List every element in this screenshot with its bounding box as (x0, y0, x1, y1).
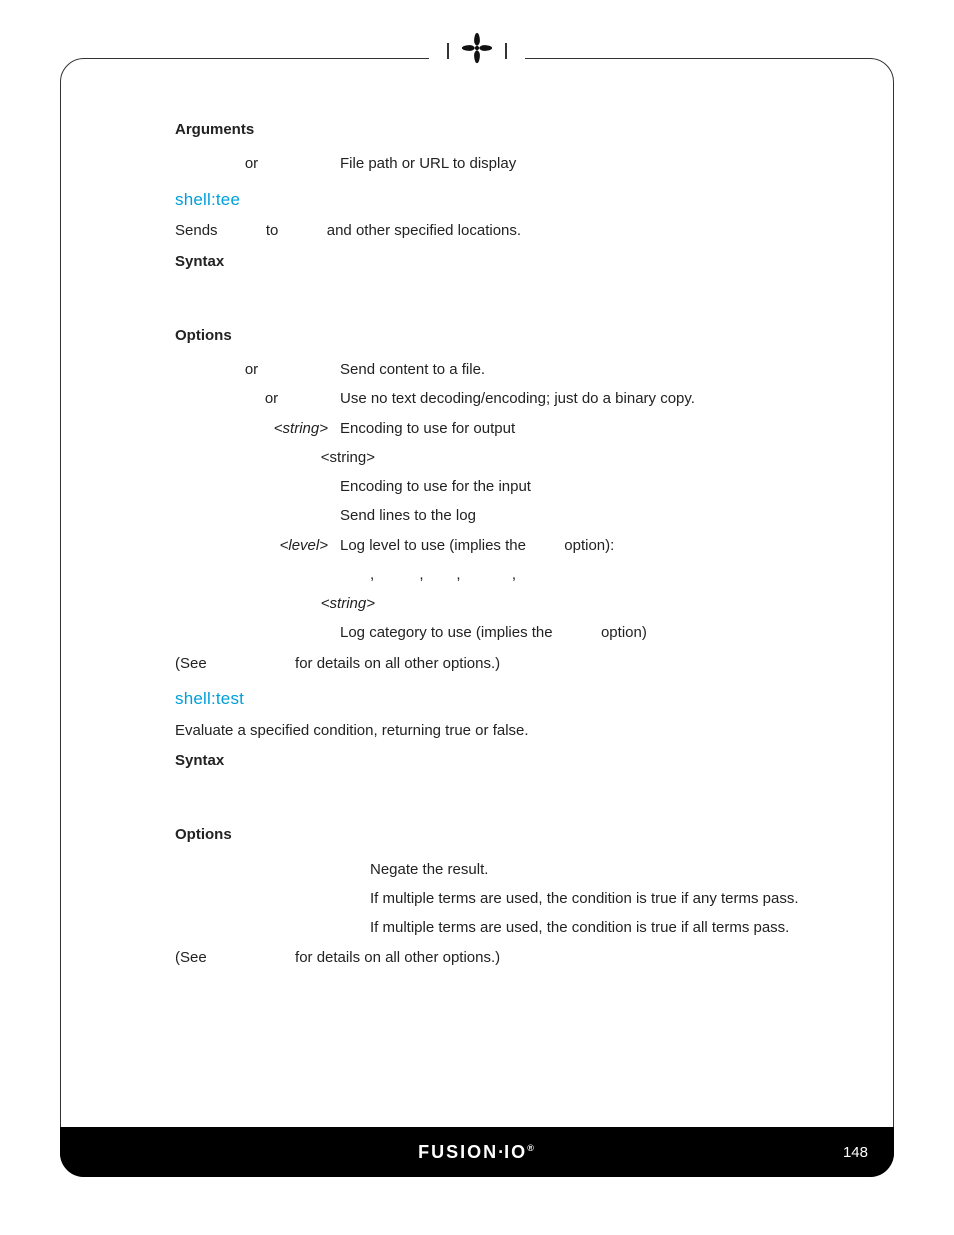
option-desc: Log level to use (implies the option): (340, 536, 854, 556)
tee-option-row: <string> (175, 594, 854, 614)
argument-row: or File path or URL to display (175, 154, 854, 174)
test-option-row: If multiple terms are used, the conditio… (175, 918, 854, 938)
see-a: (See (175, 949, 207, 966)
test-see-note: (See for details on all other options.) (175, 948, 854, 968)
shell-tee-heading: shell:tee (175, 189, 854, 212)
tee-option-row: <string> Encoding to use for output (175, 419, 854, 439)
tee-intro-b: to (266, 222, 279, 239)
option-desc: Encoding to use for the input (340, 477, 854, 497)
option-flag-text: <string> (321, 448, 375, 468)
tee-option-row: Send lines to the log (175, 506, 854, 526)
option-desc: , , , , (340, 565, 854, 585)
option-desc: Negate the result. (370, 860, 854, 880)
shell-test-heading: shell:test (175, 688, 854, 711)
argument-flag-text: or (245, 154, 258, 174)
brand-icon (459, 30, 495, 71)
header-logo-wrap (429, 30, 525, 71)
rule-tick-left (447, 43, 449, 59)
shell-test-intro: Evaluate a specified condition, returnin… (175, 721, 854, 741)
see-b: for details on all other options.) (295, 949, 500, 966)
test-syntax-block (175, 785, 854, 815)
option-flag-text: or (245, 360, 258, 380)
option-flag-text: <string> (274, 419, 328, 439)
page-number: 148 (843, 1144, 868, 1161)
tee-syntax-heading: Syntax (175, 252, 854, 272)
option-flag: <level> (175, 536, 340, 556)
tee-option-row: <string> (175, 448, 854, 468)
tee-option-row: or Send content to a file. (175, 360, 854, 380)
option-flag: <string> (175, 448, 375, 468)
argument-flag: or (175, 154, 340, 174)
option-desc: If multiple terms are used, the conditio… (370, 918, 854, 938)
option-desc: Send lines to the log (340, 506, 854, 526)
option-desc-b: option) (601, 624, 647, 641)
rule-tick-right (505, 43, 507, 59)
tee-option-row: Encoding to use for the input (175, 477, 854, 497)
option-flag: <string> (175, 419, 340, 439)
tee-option-row: or Use no text decoding/encoding; just d… (175, 389, 854, 409)
page: Arguments or File path or URL to display… (0, 0, 954, 1235)
test-options-heading: Options (175, 825, 854, 845)
footer-bar: FUSiON·iO® 148 (60, 1127, 894, 1177)
option-desc: If multiple terms are used, the conditio… (370, 889, 854, 909)
option-desc: Send content to a file. (340, 360, 854, 380)
option-desc: Encoding to use for output (340, 419, 854, 439)
tee-see-note: (See for details on all other options.) (175, 654, 854, 674)
option-desc-a: Log category to use (implies the (340, 624, 553, 641)
option-flag-text: or (265, 389, 278, 409)
option-flag-text: <level> (280, 536, 328, 556)
tee-option-row: <level> Log level to use (implies the op… (175, 536, 854, 556)
option-flag: or (175, 389, 340, 409)
see-a: (See (175, 655, 207, 672)
shell-tee-intro: Sends to and other specified locations. (175, 221, 854, 241)
tee-options-heading: Options (175, 326, 854, 346)
tee-option-row: , , , , (175, 565, 854, 585)
tee-option-row: Log category to use (implies the option) (175, 623, 854, 643)
footer-brand-logo: FUSiON·iO® (418, 1142, 536, 1163)
test-option-row: Negate the result. (175, 860, 854, 880)
tee-intro-a: Sends (175, 222, 218, 239)
tee-intro-c: and other specified locations. (327, 222, 521, 239)
see-b: for details on all other options.) (295, 655, 500, 672)
argument-desc: File path or URL to display (340, 154, 854, 174)
test-option-row: If multiple terms are used, the conditio… (175, 889, 854, 909)
option-desc-a: Log level to use (implies the (340, 537, 526, 554)
option-flag-text: <string> (321, 594, 375, 614)
content-area: Arguments or File path or URL to display… (175, 110, 854, 979)
option-flag: or (175, 360, 340, 380)
arguments-heading: Arguments (175, 120, 854, 140)
option-desc: Log category to use (implies the option) (340, 623, 854, 643)
option-flag: <string> (175, 594, 375, 614)
test-syntax-heading: Syntax (175, 751, 854, 771)
tee-syntax-block (175, 286, 854, 316)
option-desc-b: option): (564, 537, 614, 554)
option-desc: Use no text decoding/encoding; just do a… (340, 389, 854, 409)
